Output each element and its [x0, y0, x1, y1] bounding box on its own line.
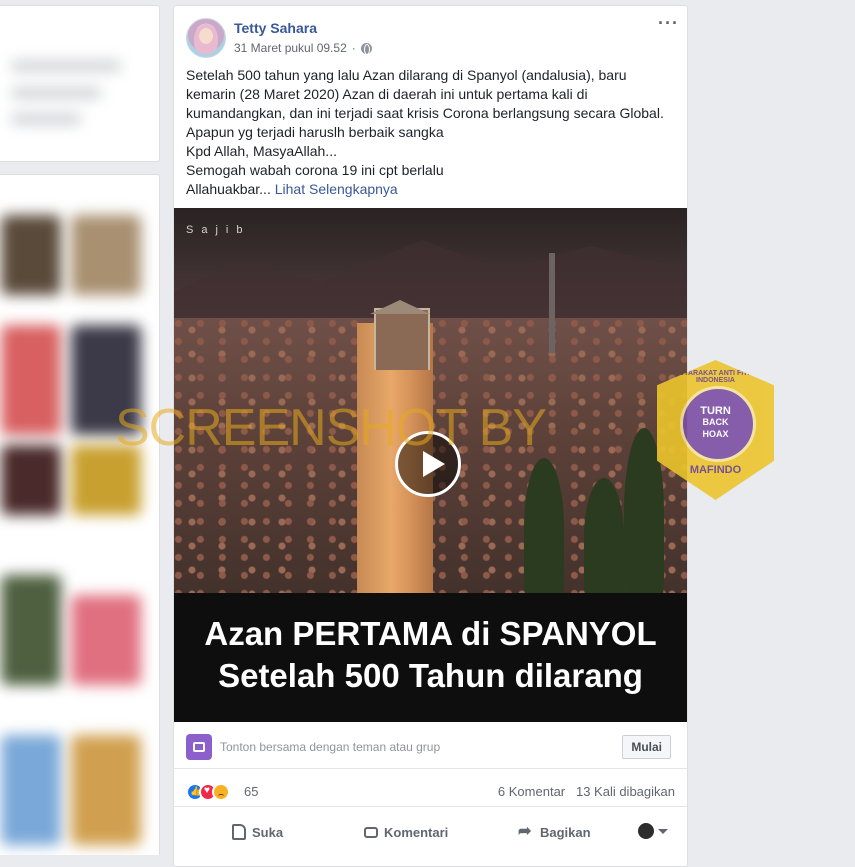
left-card-media: [0, 174, 160, 855]
reaction-icons[interactable]: [186, 783, 230, 801]
video-frame-tower-top: [374, 308, 430, 370]
action-bar: Suka Komentari Bagikan: [174, 816, 687, 848]
video-frame-tree: [524, 458, 564, 598]
blurred-text: [11, 114, 81, 124]
video-frame-tree: [584, 478, 624, 598]
comment-count[interactable]: 6 Komentar: [498, 784, 565, 799]
watch-party-row: Tonton bersama dengan teman atau grup Mu…: [174, 728, 687, 769]
share-count[interactable]: 13 Kali dibagikan: [576, 784, 675, 799]
video-caption-bar: Azan PERTAMA di SPANYOL Setelah 500 Tahu…: [174, 593, 687, 722]
share-icon: [518, 821, 534, 841]
video-player[interactable]: Sajib Azan PERTAMA di SPANYOL Setelah 50…: [174, 208, 687, 722]
post-text-line: Kpd Allah, MasyaAllah...: [186, 143, 337, 159]
video-caption-line: Setelah 500 Tahun dilarang: [218, 657, 643, 694]
thumbs-up-icon: [232, 824, 246, 840]
video-brand-label: Sajib: [186, 224, 251, 236]
like-label: Suka: [252, 824, 284, 840]
badge-text: BACK: [702, 417, 729, 427]
screenshot-watermark: SCREENSHOT BY: [115, 399, 547, 457]
left-card-top: [0, 5, 160, 162]
comment-icon: [364, 826, 378, 838]
post-text-line: Setelah 500 tahun yang lalu Azan dilaran…: [186, 67, 664, 121]
comment-button[interactable]: Komentari: [364, 816, 448, 848]
reaction-as-selector[interactable]: [638, 823, 668, 839]
reaction-count[interactable]: 65: [244, 784, 258, 799]
sad-reaction-icon: [212, 783, 230, 801]
post-meta: 31 Maret pukul 09.52 ·: [234, 41, 372, 55]
blurred-image: [1, 735, 61, 845]
more-options-icon[interactable]: ···: [658, 14, 679, 32]
reactions-row: 65 6 Komentar 13 Kali dibagikan: [174, 778, 687, 807]
blurred-text: [11, 61, 121, 71]
blurred-image: [1, 215, 61, 295]
share-label: Bagikan: [540, 824, 591, 840]
blurred-image: [71, 595, 141, 685]
blurred-image: [71, 735, 141, 845]
post-text-line: Semogah wabah corona 19 ini cpt berlalu: [186, 162, 444, 178]
badge-text: HOAX: [702, 429, 729, 439]
blurred-image: [1, 445, 61, 515]
watch-party-icon: [186, 734, 212, 760]
caret-down-icon: [658, 828, 668, 834]
post-text-line: Apapun yg terjadi haruslh berbaik sangka: [186, 124, 444, 140]
badge-text: TURN: [700, 405, 731, 417]
share-button[interactable]: Bagikan: [518, 816, 591, 848]
author-name[interactable]: Tetty Sahara: [234, 20, 317, 36]
author-avatar[interactable]: [186, 18, 226, 58]
like-button[interactable]: Suka: [232, 816, 283, 848]
blurred-image: [1, 325, 61, 435]
comment-label: Komentari: [384, 824, 449, 840]
post-timestamp[interactable]: 31 Maret pukul 09.52: [234, 41, 347, 55]
blurred-image: [71, 215, 141, 295]
watch-party-text: Tonton bersama dengan teman atau grup: [220, 740, 441, 754]
video-frame-mast: [549, 253, 555, 353]
post-text-line: Allahuakbar... Lihat Selengkapnya: [186, 181, 398, 197]
blurred-image: [1, 575, 61, 685]
video-caption-line: Azan PERTAMA di SPANYOL: [204, 615, 657, 652]
user-avatar: [638, 823, 654, 839]
start-watch-party-button[interactable]: Mulai: [622, 735, 671, 759]
see-more-link[interactable]: Lihat Selengkapnya: [275, 181, 398, 197]
post-text: Setelah 500 tahun yang lalu Azan dilaran…: [186, 66, 676, 199]
post-stats: 6 Komentar 13 Kali dibagikan: [498, 784, 675, 799]
blurred-text: [11, 88, 101, 98]
globe-icon[interactable]: [360, 42, 372, 55]
